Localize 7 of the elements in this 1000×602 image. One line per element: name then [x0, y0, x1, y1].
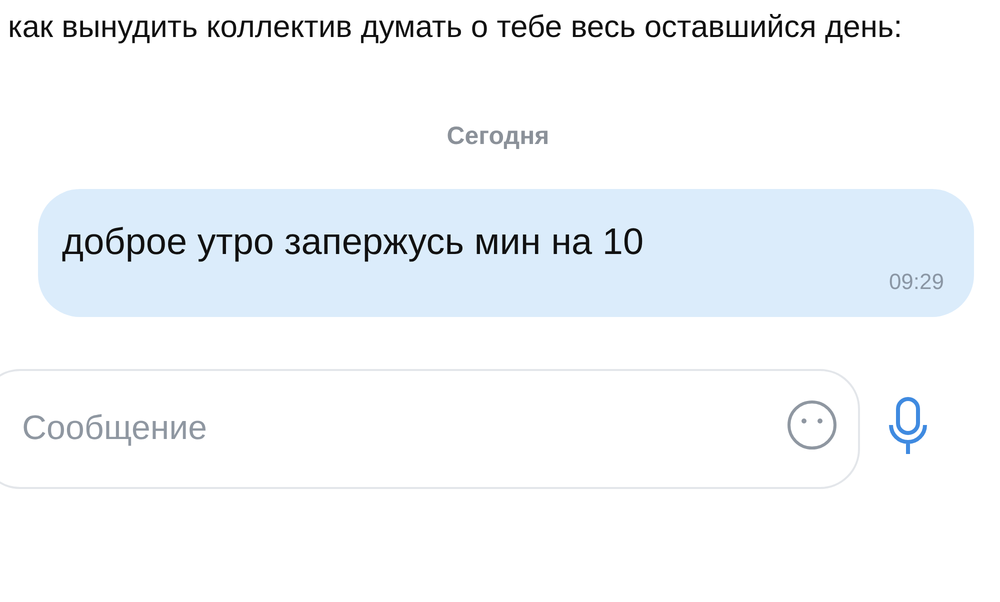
emoji-icon[interactable]	[786, 399, 838, 451]
message-time: 09:29	[888, 269, 944, 295]
microphone-icon[interactable]	[888, 397, 928, 457]
message-text: доброе утро запержусь мин на 10	[62, 221, 645, 263]
message-field[interactable]: Сообщение	[0, 369, 860, 489]
caption-text: как вынудить коллектив думать о тебе весь оставшийся день:	[7, 8, 904, 46]
date-divider: Сегодня	[446, 122, 550, 151]
